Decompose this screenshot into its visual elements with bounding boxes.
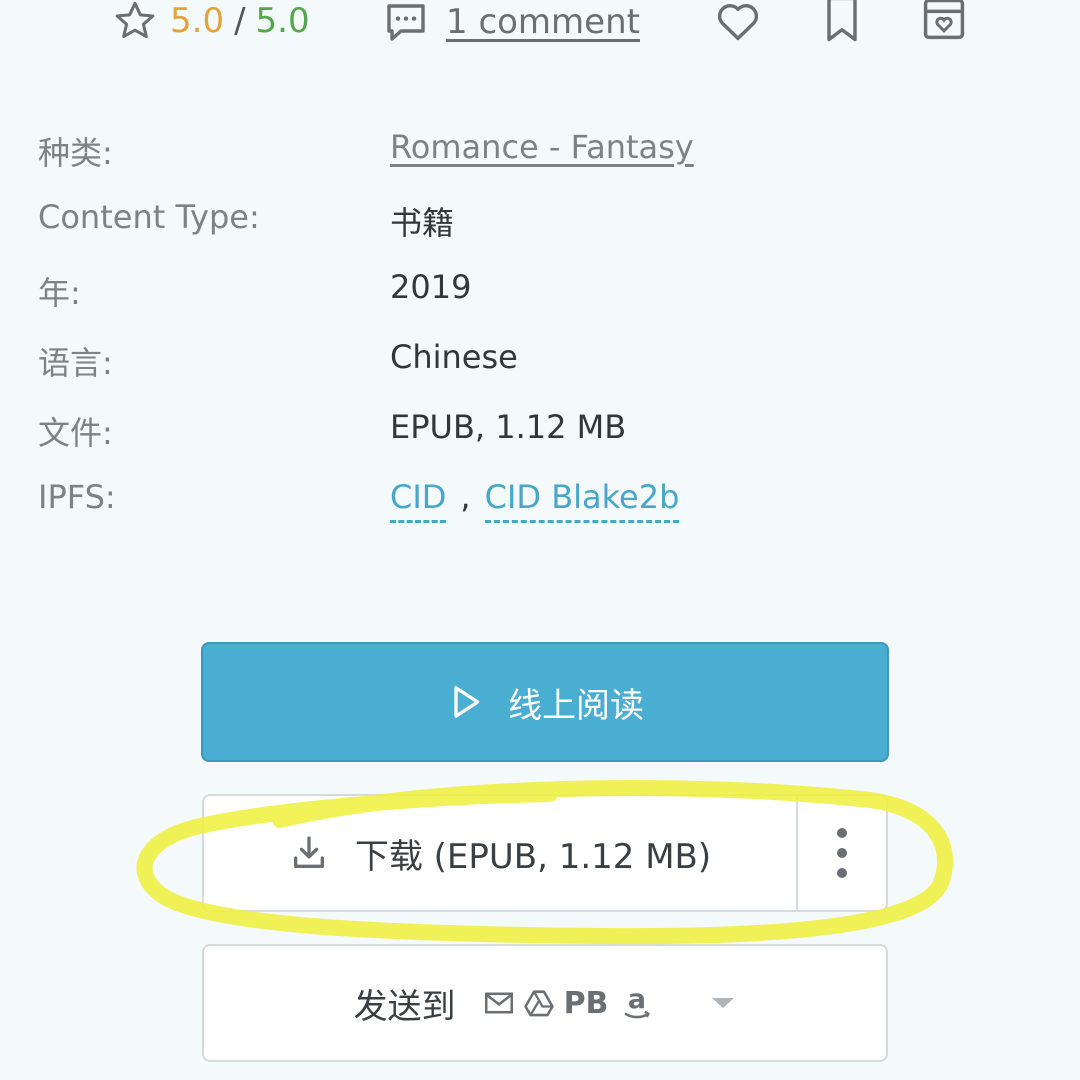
chevron-down-icon — [712, 998, 735, 1008]
property-value: EPUB, 1.12 MB — [390, 408, 627, 446]
category-link[interactable]: Romance - Fantasy — [390, 128, 694, 166]
read-online-button[interactable]: 线上阅读 — [201, 642, 889, 762]
rating[interactable]: 5.0 / 5.0 — [112, 0, 310, 44]
comments-label[interactable]: 1 comment — [446, 2, 640, 42]
ipfs-links: CID, CID Blake2b — [390, 478, 680, 523]
download-button[interactable]: 下载 (EPUB, 1.12 MB) — [204, 796, 796, 910]
star-icon — [115, 1, 155, 39]
bookmark-icon[interactable] — [816, 0, 868, 46]
rating-separator: / — [234, 1, 246, 41]
book-properties: 种类: Romance - Fantasy Content Type: 书籍 年… — [38, 128, 1038, 548]
send-to-button[interactable]: 发送到 PB a — [202, 944, 888, 1062]
download-label: 下载 (EPUB, 1.12 MB) — [354, 836, 712, 877]
download-button-group: 下载 (EPUB, 1.12 MB) — [202, 794, 888, 912]
property-value: 2019 — [390, 268, 472, 306]
comments-link[interactable]: 1 comment — [382, 0, 640, 46]
more-options-button[interactable] — [798, 796, 886, 910]
comment-icon — [387, 4, 425, 41]
property-value: 书籍 — [390, 204, 455, 242]
property-label: 语言: — [38, 344, 113, 382]
play-icon — [454, 686, 480, 718]
property-row-ipfs: IPFS: CID, CID Blake2b — [38, 478, 1038, 548]
property-label: IPFS: — [38, 478, 116, 516]
book-details-page: 5.0 / 5.0 1 comment 种类: Romance - Fantas… — [0, 0, 1080, 1080]
download-icon — [293, 836, 324, 868]
rating-value: 5.0 — [170, 1, 225, 41]
property-value: Chinese — [390, 338, 518, 376]
pocketbook-label: PB — [563, 985, 609, 1021]
property-row-content-type: Content Type: 书籍 — [38, 198, 1038, 268]
property-label: 文件: — [38, 414, 113, 452]
read-online-label: 线上阅读 — [508, 685, 644, 726]
ipfs-cid-link[interactable]: CID — [390, 478, 447, 523]
send-services: PB a — [482, 984, 663, 1022]
property-row-category: 种类: Romance - Fantasy — [38, 128, 1038, 198]
property-label: Content Type: — [38, 198, 260, 236]
email-icon — [484, 992, 513, 1014]
google-drive-icon — [523, 990, 554, 1017]
ipfs-separator: , — [460, 478, 471, 516]
ipfs-cid-blake2b-link[interactable]: CID Blake2b — [484, 478, 680, 523]
property-label: 种类: — [38, 134, 113, 172]
property-row-language: 语言: Chinese — [38, 338, 1038, 408]
send-to-label: 发送到 — [353, 986, 456, 1027]
property-label: 年: — [38, 274, 81, 312]
book-actions-bar: 5.0 / 5.0 1 comment — [0, 0, 1080, 60]
property-row-file: 文件: EPUB, 1.12 MB — [38, 408, 1038, 478]
amazon-icon: a — [625, 984, 651, 1019]
rating-max: 5.0 — [255, 1, 310, 41]
heart-icon[interactable] — [712, 0, 764, 46]
bookshelf-icon[interactable] — [918, 0, 970, 46]
svg-text:a: a — [628, 984, 646, 1015]
more-dots-icon — [837, 828, 847, 838]
property-row-year: 年: 2019 — [38, 268, 1038, 338]
